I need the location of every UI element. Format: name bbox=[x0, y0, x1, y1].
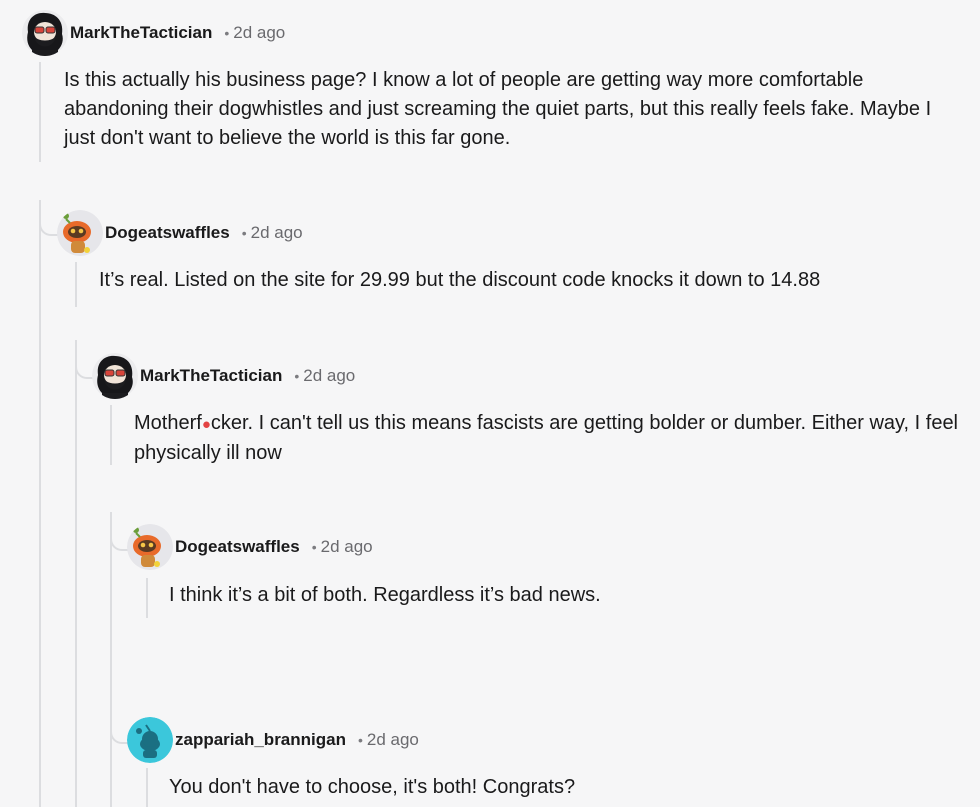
comment-header: zappariah_brannigan • 2d ago bbox=[127, 717, 419, 763]
thread-line-level-1-continued[interactable] bbox=[75, 340, 77, 807]
robot-snoo-avatar-icon[interactable] bbox=[127, 524, 173, 570]
separator-dot: • bbox=[311, 539, 317, 555]
robot-snoo-avatar-icon[interactable] bbox=[57, 210, 103, 256]
timestamp[interactable]: 2d ago bbox=[321, 537, 373, 557]
timestamp[interactable]: 2d ago bbox=[251, 223, 303, 243]
default-snoo-avatar-icon[interactable] bbox=[127, 717, 173, 763]
comment-header: MarkTheTactician • 2d ago bbox=[22, 10, 285, 56]
red-scribble-censor: ● bbox=[201, 416, 211, 433]
thread-line-level-1[interactable] bbox=[75, 262, 77, 307]
comment-text-part: cker. I can't tell us this means fascist… bbox=[134, 412, 959, 464]
username[interactable]: zappariah_brannigan bbox=[175, 730, 346, 750]
bearded-man-avatar-icon[interactable] bbox=[92, 353, 138, 399]
separator-dot: • bbox=[294, 368, 300, 384]
timestamp[interactable]: 2d ago bbox=[233, 23, 285, 43]
comment-body: I think it’s a bit of both. Regardless i… bbox=[169, 584, 601, 606]
comment-text-part: Motherf bbox=[134, 412, 202, 434]
comment-body: It’s real. Listed on the site for 29.99 … bbox=[99, 269, 821, 291]
timestamp[interactable]: 2d ago bbox=[367, 730, 419, 750]
thread-line-level-3[interactable] bbox=[146, 578, 148, 618]
timestamp[interactable]: 2d ago bbox=[303, 366, 355, 386]
username[interactable]: Dogeatswaffles bbox=[105, 223, 230, 243]
comment-body: You don't have to choose, it's both! Con… bbox=[169, 776, 576, 798]
comment-header: MarkTheTactician • 2d ago bbox=[92, 353, 355, 399]
thread-line-level-2[interactable] bbox=[110, 405, 112, 465]
comment-header: Dogeatswaffles • 2d ago bbox=[57, 210, 303, 256]
username[interactable]: MarkTheTactician bbox=[140, 366, 282, 386]
username[interactable]: Dogeatswaffles bbox=[175, 537, 300, 557]
thread-line-level-2-continued[interactable] bbox=[110, 512, 112, 807]
separator-dot: • bbox=[357, 732, 363, 748]
separator-dot: • bbox=[224, 25, 230, 41]
thread-line-level-0-continued[interactable] bbox=[39, 200, 41, 807]
comment-header: Dogeatswaffles • 2d ago bbox=[127, 524, 373, 570]
comment-body: Motherf●cker. I can't tell us this means… bbox=[134, 409, 964, 468]
thread-line-level-3b[interactable] bbox=[146, 768, 148, 807]
comment-body: Is this actually his business page? I kn… bbox=[64, 69, 932, 149]
thread-line-level-0[interactable] bbox=[39, 62, 41, 162]
thread-branch bbox=[39, 200, 59, 236]
separator-dot: • bbox=[241, 225, 247, 241]
bearded-man-avatar-icon[interactable] bbox=[22, 10, 68, 56]
username[interactable]: MarkTheTactician bbox=[70, 23, 212, 43]
